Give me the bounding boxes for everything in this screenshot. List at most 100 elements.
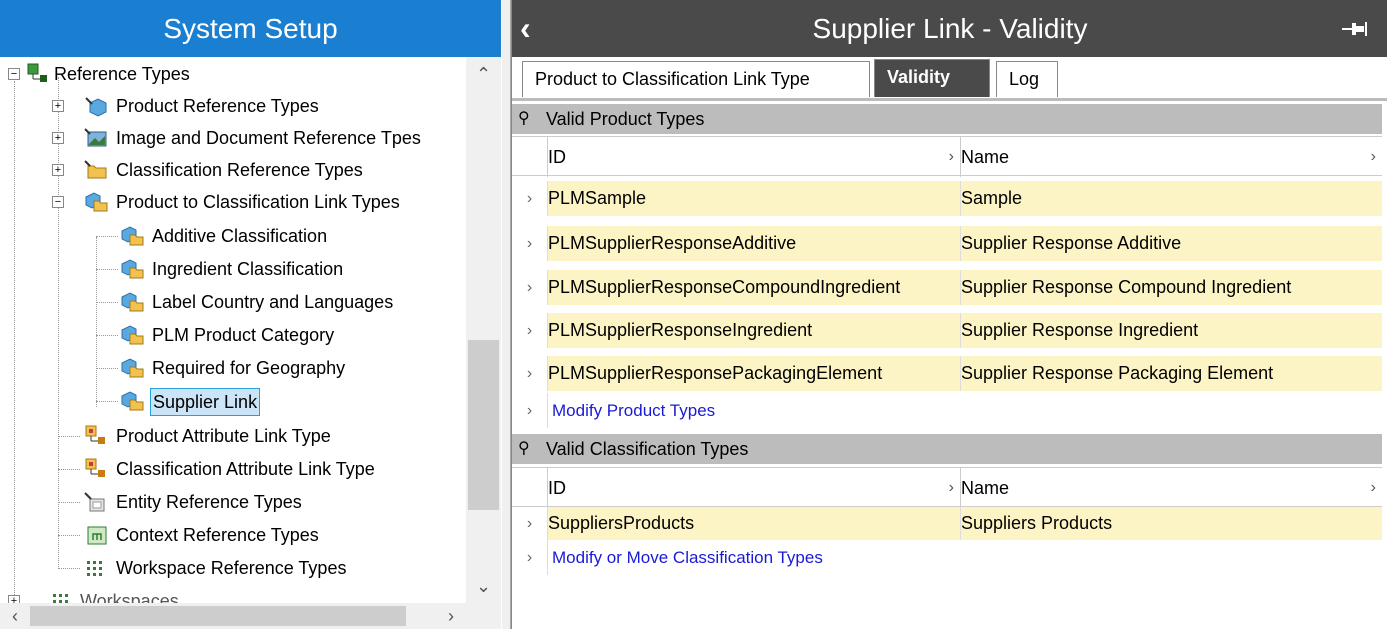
scroll-left-icon[interactable]: ‹ xyxy=(0,603,30,629)
table-row[interactable]: › PLMSample Sample xyxy=(512,181,1382,216)
editor-title: Supplier Link - Validity xyxy=(512,0,1387,57)
setup-tree: − Reference Types + Product Reference Ty… xyxy=(0,57,466,603)
back-icon[interactable]: ‹ xyxy=(520,0,550,57)
column-header-name[interactable]: Name › xyxy=(961,468,1382,508)
table-row[interactable]: › PLMSupplierResponseAdditive Supplier R… xyxy=(512,226,1382,261)
cell-id[interactable]: SuppliersProducts xyxy=(548,507,961,540)
tab-product-to-classification-link-type[interactable]: Product to Classification Link Type xyxy=(522,61,870,97)
tree-horizontal-scrollbar[interactable]: ‹ › xyxy=(0,603,466,629)
tree-node-product-reference-types[interactable]: + Product Reference Types xyxy=(0,91,466,121)
section-header-valid-classification-types[interactable]: ⚲ Valid Classification Types xyxy=(512,434,1382,464)
tree-node-entity-reference-types[interactable]: Entity Reference Types xyxy=(0,487,466,517)
cell-id[interactable]: PLMSupplierResponseCompoundIngredient xyxy=(548,270,961,305)
cell-name[interactable]: Suppliers Products xyxy=(961,507,1382,540)
tree-node-context-reference-types[interactable]: Context Reference Types xyxy=(0,520,466,550)
cell-id[interactable]: PLMSupplierResponsePackagingElement xyxy=(548,356,961,391)
tree-node-classification-reference-types[interactable]: + Classification Reference Types xyxy=(0,155,466,185)
expand-icon[interactable]: + xyxy=(52,164,64,176)
scroll-down-icon[interactable]: ⌄ xyxy=(466,571,501,601)
pin-icon[interactable]: ⚲ xyxy=(518,434,530,464)
workspaces-icon xyxy=(50,590,74,603)
link-type-icon xyxy=(84,191,108,213)
row-expand-icon[interactable]: › xyxy=(512,356,548,391)
tree-node-label: Workspace Reference Types xyxy=(116,558,347,578)
tree-node-workspaces[interactable]: + Workspaces xyxy=(0,586,466,603)
expand-icon[interactable]: + xyxy=(52,100,64,112)
tree-guide-line xyxy=(58,436,80,437)
expand-icon[interactable]: + xyxy=(8,595,20,603)
tree-vertical-scrollbar[interactable]: ⌃ ⌄ xyxy=(466,57,501,603)
tree-node-plm-product-category[interactable]: PLM Product Category xyxy=(0,320,466,350)
column-header-name[interactable]: Name › xyxy=(961,137,1382,177)
section-header-valid-product-types[interactable]: ⚲ Valid Product Types xyxy=(512,104,1382,134)
image-document-icon xyxy=(84,127,108,149)
scrollbar-thumb[interactable] xyxy=(468,340,499,510)
cell-name[interactable]: Sample xyxy=(961,181,1382,216)
row-expand-icon[interactable]: › xyxy=(512,507,548,540)
tree-guide-line xyxy=(96,302,118,303)
tree-node-classification-attribute-link-type[interactable]: Classification Attribute Link Type xyxy=(0,454,466,484)
expand-icon[interactable]: + xyxy=(52,132,64,144)
collapse-icon[interactable]: − xyxy=(52,196,64,208)
tree-node-workspace-reference-types[interactable]: Workspace Reference Types xyxy=(0,553,466,583)
column-menu-icon[interactable]: › xyxy=(1371,468,1376,508)
table-row[interactable]: › SuppliersProducts Suppliers Products xyxy=(512,507,1382,540)
cell-id[interactable]: PLMSupplierResponseIngredient xyxy=(548,313,961,348)
product-reference-icon xyxy=(84,95,108,117)
collapse-icon[interactable]: − xyxy=(8,68,20,80)
cell-name[interactable]: Supplier Response Ingredient xyxy=(961,313,1382,348)
modify-classification-types-link[interactable]: Modify or Move Classification Types xyxy=(548,540,1382,575)
tab-bar: Product to Classification Link Type Vali… xyxy=(512,57,1387,100)
cell-name[interactable]: Supplier Response Packaging Element xyxy=(961,356,1382,391)
cell-id[interactable]: PLMSample xyxy=(548,181,961,216)
row-expand-icon[interactable]: › xyxy=(512,270,548,305)
tree-node-supplier-link[interactable]: Supplier Link xyxy=(0,386,466,416)
tree-node-label: Workspaces xyxy=(80,591,179,603)
cell-id[interactable]: PLMSupplierResponseAdditive xyxy=(548,226,961,261)
tree-guide-line xyxy=(58,469,80,470)
reference-types-icon xyxy=(26,63,50,85)
modify-product-types-link[interactable]: Modify Product Types xyxy=(548,393,1382,428)
modify-product-types-row[interactable]: › Modify Product Types xyxy=(512,393,1382,428)
table-row[interactable]: › PLMSupplierResponseIngredient Supplier… xyxy=(512,313,1382,348)
table-row[interactable]: › PLMSupplierResponseCompoundIngredient … xyxy=(512,270,1382,305)
row-expand-icon[interactable]: › xyxy=(512,313,548,348)
pin-icon[interactable] xyxy=(1337,0,1373,57)
table-row[interactable]: › PLMSupplierResponsePackagingElement Su… xyxy=(512,356,1382,391)
scroll-right-icon[interactable]: › xyxy=(436,603,466,629)
link-type-icon xyxy=(120,390,144,412)
panel-splitter[interactable] xyxy=(502,0,511,629)
column-menu-icon[interactable]: › xyxy=(1371,137,1376,177)
tree-node-label-country-and-languages[interactable]: Label Country and Languages xyxy=(0,287,466,317)
column-menu-icon[interactable]: › xyxy=(949,468,954,508)
tab-validity[interactable]: Validity xyxy=(874,59,990,97)
scrollbar-thumb[interactable] xyxy=(30,606,406,626)
tree-node-ingredient-classification[interactable]: Ingredient Classification xyxy=(0,254,466,284)
entity-reference-icon xyxy=(84,491,108,513)
tree-node-label: Classification Attribute Link Type xyxy=(116,459,375,479)
tree-node-required-for-geography[interactable]: Required for Geography xyxy=(0,353,466,383)
pin-icon[interactable]: ⚲ xyxy=(518,104,530,134)
column-header-id[interactable]: ID › xyxy=(548,137,961,177)
tree-node-label: Entity Reference Types xyxy=(116,492,302,512)
row-expand-icon[interactable]: › xyxy=(512,393,548,428)
row-expand-icon[interactable]: › xyxy=(512,540,548,575)
context-reference-icon xyxy=(84,524,108,546)
cell-name[interactable]: Supplier Response Additive xyxy=(961,226,1382,261)
modify-classification-types-row[interactable]: › Modify or Move Classification Types xyxy=(512,540,1382,575)
column-header-id[interactable]: ID › xyxy=(548,468,961,508)
scroll-up-icon[interactable]: ⌃ xyxy=(466,59,501,89)
tree-node-additive-classification[interactable]: Additive Classification xyxy=(0,221,466,251)
tree-node-image-document-reference-types[interactable]: + Image and Document Reference Tpes xyxy=(0,123,466,153)
tab-log[interactable]: Log xyxy=(996,61,1058,97)
column-label: ID xyxy=(548,147,566,167)
tab-divider xyxy=(512,98,1387,101)
tree-node-product-to-classification-link-types[interactable]: − Product to Classification Link Types xyxy=(0,187,466,217)
tree-node-product-attribute-link-type[interactable]: Product Attribute Link Type xyxy=(0,421,466,451)
tree-node-reference-types[interactable]: − Reference Types xyxy=(0,59,466,89)
column-label: ID xyxy=(548,478,566,498)
cell-name[interactable]: Supplier Response Compound Ingredient xyxy=(961,270,1382,305)
column-menu-icon[interactable]: › xyxy=(949,137,954,177)
row-expand-icon[interactable]: › xyxy=(512,181,548,216)
row-expand-icon[interactable]: › xyxy=(512,226,548,261)
